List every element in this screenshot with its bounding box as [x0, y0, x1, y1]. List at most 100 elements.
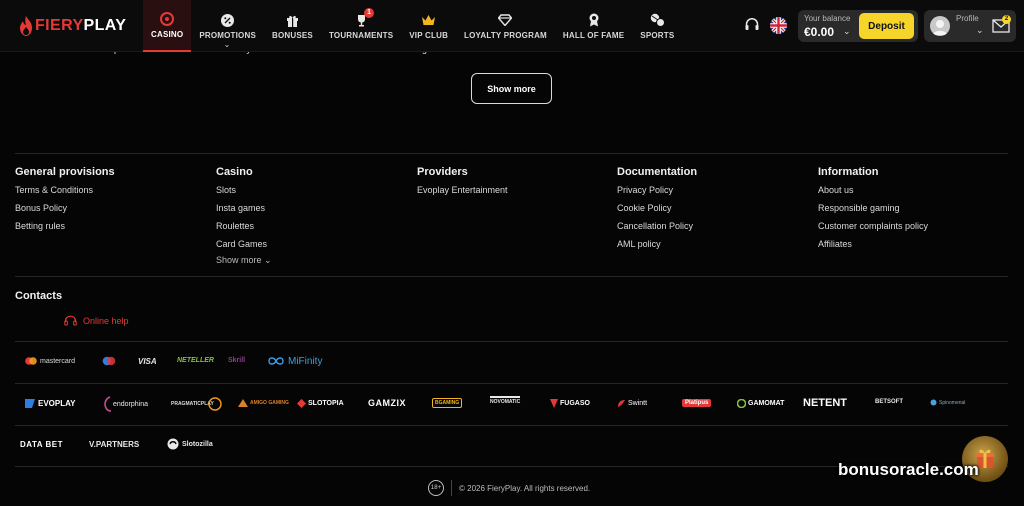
footer-link-insta-games[interactable]: Insta games	[216, 203, 272, 213]
show-more-label: Show more	[216, 255, 262, 265]
footer-link-terms[interactable]: Terms & Conditions	[15, 185, 115, 195]
footer-link-betting-rules[interactable]: Betting rules	[15, 221, 115, 231]
chevron-down-icon: ⌄	[223, 40, 231, 49]
footer-column-general-provisions: General provisions Terms & Conditions Bo…	[15, 166, 115, 239]
balance-widget[interactable]: Your balance €0.00 ⌄ Deposit	[798, 10, 918, 42]
footer-link-about-us[interactable]: About us	[818, 185, 928, 195]
slotozilla-logo[interactable]: Slotozilla	[167, 438, 213, 450]
netent-logo[interactable]: NETENT	[803, 397, 847, 409]
footer-column-providers: Providers Evoplay Entertainment	[417, 166, 508, 203]
column-title: General provisions	[15, 166, 115, 178]
online-help-label: Online help	[83, 316, 129, 326]
column-title: Casino	[216, 166, 253, 178]
footer-column-casino: Casino Slots Insta games Roulettes Card …	[216, 166, 272, 266]
maestro-logo	[102, 356, 116, 366]
balance-value: €0.00	[804, 25, 835, 39]
nav-promotions[interactable]: PROMOTIONS ⌄	[191, 0, 264, 52]
slotopia-logo[interactable]: SLOTOPIA	[297, 399, 344, 408]
footer-link-slots[interactable]: Slots	[216, 185, 272, 195]
bgaming-logo[interactable]: BGAMING	[432, 398, 463, 408]
footer-link-complaints-policy[interactable]: Customer complaints policy	[818, 221, 928, 231]
casino-show-more-link[interactable]: Show more ⌄	[216, 255, 272, 266]
column-title: Documentation	[617, 166, 698, 178]
footer-link-privacy-policy[interactable]: Privacy Policy	[617, 185, 697, 195]
divider	[15, 425, 1008, 426]
visa-label: VISA	[138, 357, 157, 366]
novomatic-logo[interactable]: NOVOMATIC	[490, 396, 521, 405]
footer-link-cookie-policy[interactable]: Cookie Policy	[617, 203, 697, 213]
logo-text-fiery: FIERY	[35, 17, 84, 34]
footer-link-roulettes[interactable]: Roulettes	[216, 221, 272, 231]
nav-sports[interactable]: SPORTS	[632, 0, 682, 52]
mifinity-label: MiFinity	[288, 355, 323, 367]
footer-link-aml-policy[interactable]: AML policy	[617, 239, 697, 249]
copyright-text: © 2026 FieryPlay. All rights reserved.	[459, 483, 591, 493]
age-restriction-badge: 18+	[428, 480, 444, 496]
footer-link-responsible-gaming[interactable]: Responsible gaming	[818, 203, 928, 213]
maestro-icon	[102, 356, 116, 366]
gamomat-label: GAMOMAT	[748, 400, 785, 407]
nav-casino[interactable]: CASINO	[143, 0, 192, 52]
nav-tournaments-label: TOURNAMENTS	[328, 31, 394, 40]
amigo-gaming-label: AMIGO GAMING	[250, 400, 289, 406]
nav-hall-of-fame[interactable]: HALL OF FAME	[555, 0, 632, 52]
evoplay-label: EVOPLAY	[38, 399, 76, 408]
footer-link-affiliates[interactable]: Affiliates	[818, 239, 928, 249]
medal-icon	[586, 12, 602, 28]
nav-loyalty-program[interactable]: LOYALTY PROGRAM	[456, 0, 555, 52]
amigo-gaming-logo[interactable]: AMIGO GAMING	[238, 399, 289, 407]
chevron-down-icon: ⌄	[843, 26, 851, 36]
gamzix-label: GAMZIX	[368, 398, 406, 408]
slotopia-label: SLOTOPIA	[308, 400, 344, 407]
headset-icon[interactable]	[744, 17, 760, 33]
endorphina-logo[interactable]: endorphina	[103, 396, 148, 412]
fugaso-label: FUGASO	[560, 400, 590, 407]
nav-promotions-label: PROMOTIONS	[199, 31, 256, 40]
nav-vip-club[interactable]: VIP CLUB	[401, 0, 456, 52]
logo-text-play: PLAY	[83, 17, 127, 34]
diamond-icon	[497, 12, 513, 28]
footer-link-cancellation-policy[interactable]: Cancellation Policy	[617, 221, 697, 231]
betsoft-logo[interactable]: BETSOFT	[875, 399, 903, 405]
neteller-logo: NETELLER	[177, 357, 214, 364]
divider	[15, 341, 1008, 342]
footer-link-evoplay[interactable]: Evoplay Entertainment	[417, 185, 508, 195]
endorphina-label: endorphina	[113, 400, 149, 408]
copyright-bar: 18+ © 2026 FieryPlay. All rights reserve…	[428, 480, 590, 496]
gamzix-logo[interactable]: GAMZIX	[368, 398, 406, 408]
gift-icon	[284, 12, 300, 28]
profile-widget[interactable]: Profile ⌄ 2	[924, 10, 1016, 42]
vpartners-label: V.PARTNERS	[89, 440, 140, 449]
databet-logo[interactable]: DATA BET	[20, 440, 63, 449]
headset-icon	[64, 315, 77, 326]
fieryplay-logo[interactable]: FIERYPLAY	[19, 16, 126, 36]
online-help-link[interactable]: Online help	[64, 315, 129, 327]
platipus-logo[interactable]: Platipus	[682, 399, 712, 407]
evoplay-logo[interactable]: EVOPLAY	[25, 399, 76, 408]
gamomat-logo[interactable]: GAMOMAT	[737, 399, 784, 408]
language-flag-uk-icon[interactable]	[770, 17, 787, 34]
balance-label: Your balance	[804, 14, 851, 23]
nav-loyalty-program-label: LOYALTY PROGRAM	[464, 31, 547, 40]
skrill-logo: Skrill	[228, 357, 245, 364]
pragmatic-play-logo[interactable]: PRAGMATICPLAY	[171, 396, 222, 412]
footer-link-bonus-policy[interactable]: Bonus Policy	[15, 203, 115, 213]
nav-bonuses-label: BONUSES	[272, 31, 313, 40]
swintt-logo[interactable]: Swintt	[617, 399, 647, 408]
netent-label: NETENT	[803, 397, 847, 409]
spinomenal-logo[interactable]: Spinomenal	[930, 399, 965, 406]
nav-tournaments[interactable]: 1 TOURNAMENTS	[321, 0, 401, 52]
chevron-down-icon: ⌄	[976, 25, 984, 35]
vpartners-logo[interactable]: V.PARTNERS	[89, 440, 139, 449]
crown-icon	[421, 12, 437, 28]
fugaso-logo[interactable]: FUGASO	[550, 399, 590, 408]
deposit-button[interactable]: Deposit	[859, 13, 914, 39]
show-more-games-button[interactable]: Show more	[471, 73, 552, 104]
nav-bonuses[interactable]: BONUSES	[264, 0, 321, 52]
skrill-label: Skrill	[228, 357, 246, 364]
footer-link-card-games[interactable]: Card Games	[216, 239, 272, 249]
top-navigation-bar: FIERYPLAY CASINO PROMOTIONS ⌄ BONUSES 1 …	[0, 0, 1024, 52]
providers-row: EVOPLAY endorphina PRAGMATICPLAY AMIGO G…	[0, 396, 1024, 414]
contacts-title: Contacts	[15, 290, 63, 302]
slotozilla-label: Slotozilla	[182, 440, 213, 448]
